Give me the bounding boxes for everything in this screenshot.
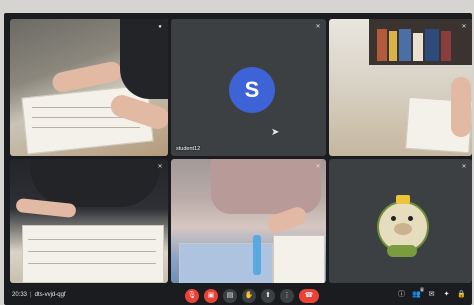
present-button[interactable]: ⬆	[261, 289, 275, 303]
bottom-toolbar: 20:33 | dts-vvjd-qgf 🎙 ▣ ▤ ✋ ⬆ ⋮ ☎ ⓘ 👥 6 ✉ …	[4, 287, 472, 305]
raise-hand-button[interactable]: ✋	[242, 289, 256, 303]
shirt	[211, 159, 321, 214]
activities-icon: ✦	[443, 291, 450, 298]
hand-icon: ✋	[244, 292, 254, 299]
present-icon: ⬆	[265, 292, 271, 299]
lock-icon: 🔒	[457, 291, 466, 298]
activities-button[interactable]: ✦	[442, 290, 451, 299]
notebook	[22, 225, 164, 283]
clock-time: 20:33	[12, 292, 28, 298]
mic-icon: ●	[158, 24, 162, 30]
info-icon: ⓘ	[398, 291, 405, 298]
chat-button[interactable]: ✉	[427, 290, 436, 299]
participant-name: student12	[176, 146, 201, 152]
camera-toggle-button[interactable]: ▣	[204, 289, 218, 303]
shirt	[120, 19, 168, 99]
notebook	[273, 235, 325, 283]
participant-count: 6	[419, 287, 424, 292]
side-panel-controls: ⓘ 👥 6 ✉ ✦ 🔒	[397, 287, 466, 299]
people-button[interactable]: 👥 6	[412, 287, 424, 299]
participant-tile[interactable]: ✕	[329, 159, 472, 283]
participant-tile[interactable]: ●	[10, 19, 168, 156]
participant-tile[interactable]: ✕	[171, 159, 326, 283]
mic-off-icon: ✕	[315, 164, 321, 170]
people-icon: 👥	[412, 291, 421, 298]
participant-tile[interactable]: S ➤ ✕ student12	[171, 19, 326, 156]
glue-stick	[253, 235, 261, 275]
pig-character-image	[377, 195, 429, 257]
meeting-code: dts-vvjd-qgf	[34, 292, 66, 298]
more-options-button[interactable]: ⋮	[280, 289, 294, 303]
participant-tile[interactable]: ✕	[10, 159, 168, 283]
leave-call-button[interactable]: ☎	[299, 289, 319, 303]
camera-off-icon: ▣	[207, 292, 215, 299]
info-button[interactable]: ⓘ	[397, 290, 406, 299]
captions-icon: ▤	[226, 292, 234, 299]
mouse-cursor-icon: ➤	[271, 127, 280, 138]
mic-off-icon: ✕	[157, 164, 163, 170]
mic-off-icon: ✕	[461, 164, 467, 170]
meeting-info: 20:33 | dts-vvjd-qgf	[12, 292, 66, 298]
participant-tile[interactable]: ✕	[329, 19, 472, 156]
arm	[451, 77, 471, 137]
shirt	[30, 159, 160, 207]
captions-button[interactable]: ▤	[223, 289, 237, 303]
mic-toggle-button[interactable]: 🎙	[185, 289, 199, 303]
mic-off-icon: ✕	[461, 24, 467, 30]
mic-off-icon: ✕	[315, 24, 321, 30]
meet-window: ● S ➤ ✕ student12 ✕ ✕ ✕ ✕ 20:33 | dts-vv…	[4, 13, 472, 305]
mic-off-icon: 🎙	[187, 292, 197, 299]
host-controls-button[interactable]: 🔒	[457, 290, 466, 299]
avatar: S	[229, 67, 275, 113]
more-icon: ⋮	[283, 292, 291, 299]
chat-icon: ✉	[428, 291, 435, 298]
phone-hangup-icon: ☎	[304, 292, 314, 299]
call-controls: 🎙 ▣ ▤ ✋ ⬆ ⋮ ☎	[185, 289, 319, 303]
